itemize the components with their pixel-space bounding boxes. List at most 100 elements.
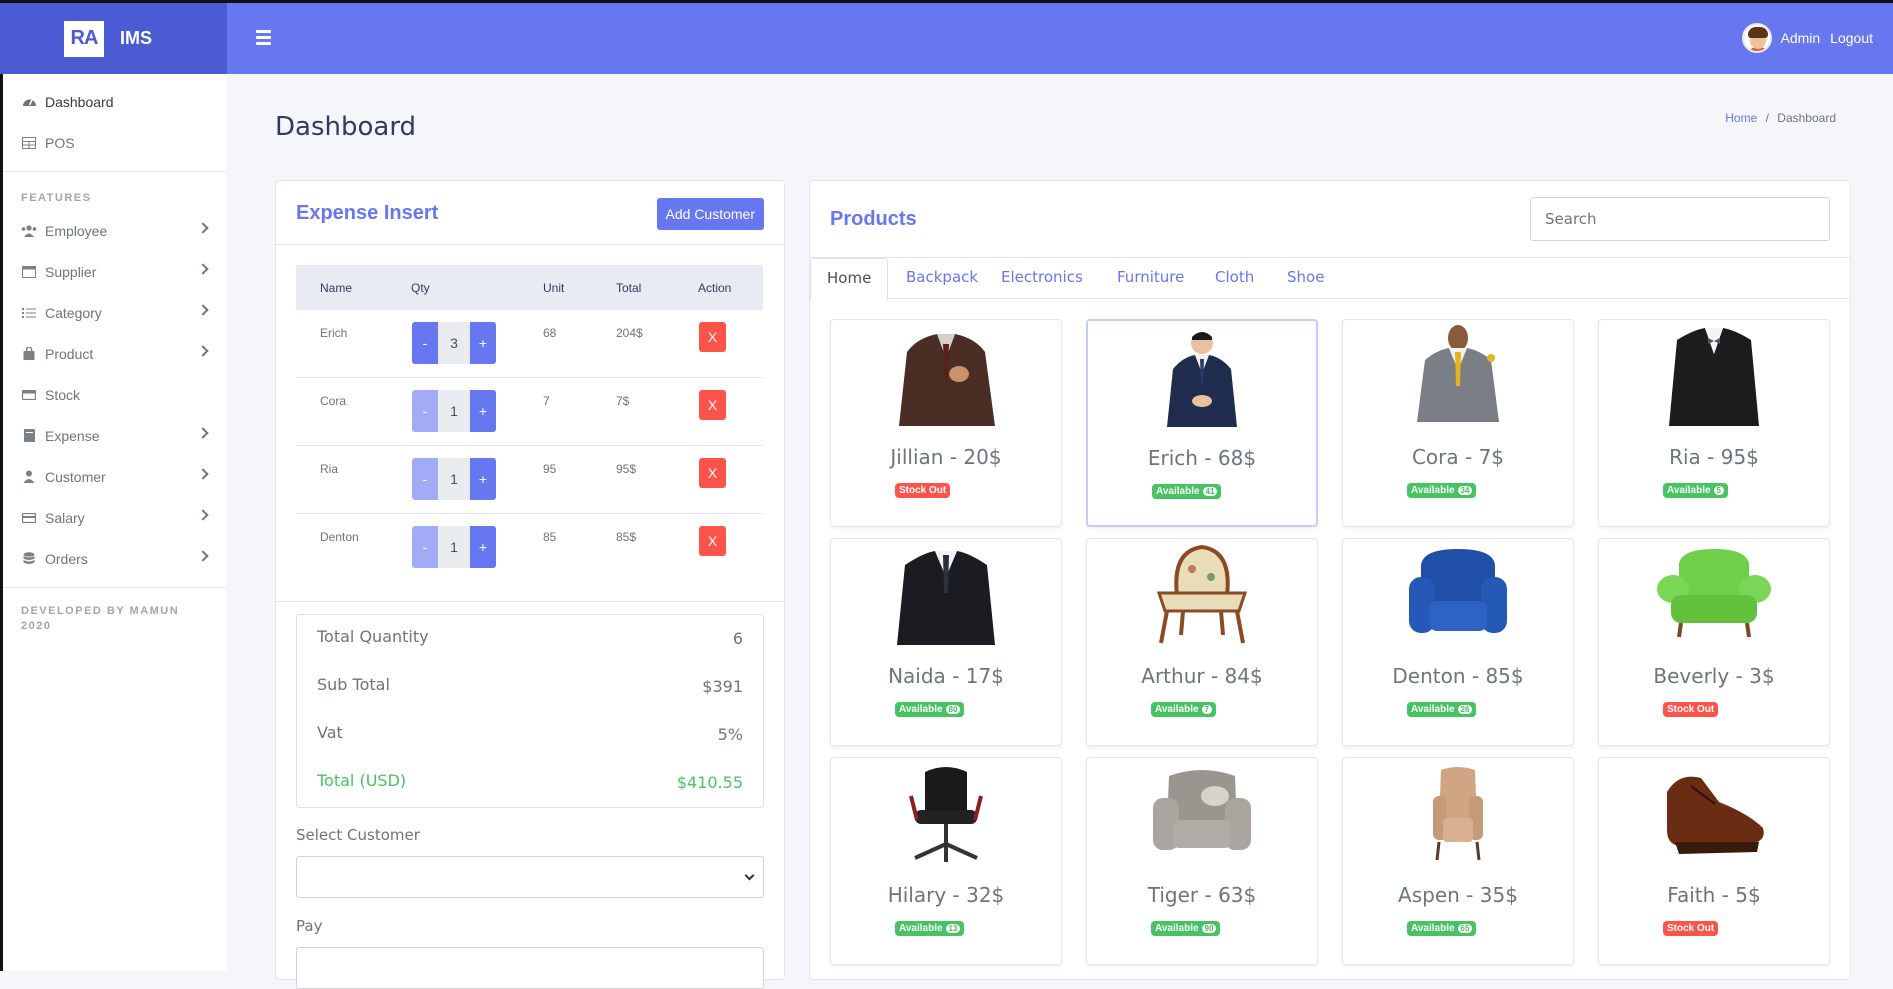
stock-count: 90 — [1201, 924, 1217, 933]
available-badge: Available 41 — [1152, 484, 1222, 499]
breadcrumb-home[interactable]: Home — [1725, 111, 1757, 125]
products-card: Products Search Home Backpack Electronic… — [809, 180, 1851, 980]
order-totals: Total Quantity 6 Sub Total $391 Vat 5% T… — [296, 614, 764, 808]
product-card[interactable]: Jillian - 20$ Stock Out — [830, 319, 1062, 527]
sidebar: Dashboard POS FEATURES Employee Supplier… — [0, 74, 227, 971]
stock-count: 13 — [945, 924, 961, 933]
remove-item-button[interactable]: X — [699, 390, 726, 420]
product-card[interactable]: Aspen - 35$ Available 65 — [1342, 757, 1574, 965]
sidebar-item-employee[interactable]: Employee — [3, 210, 227, 251]
sidebar-item-stock[interactable]: Stock — [3, 374, 227, 415]
top-navbar: RA IMS Admin Logout — [0, 0, 1893, 74]
product-card[interactable]: Cora - 7$ Available 34 — [1342, 319, 1574, 527]
total-quantity-label: Total Quantity — [317, 627, 429, 646]
product-card[interactable]: Beverly - 3$ Stock Out — [1598, 538, 1830, 746]
sidebar-item-pos[interactable]: POS — [3, 122, 227, 163]
sidebar-item-dashboard[interactable]: Dashboard — [3, 81, 227, 122]
divider — [276, 601, 784, 602]
brand-logo: RA — [64, 20, 104, 57]
cart-item-unit: 95 — [543, 462, 557, 476]
tab-electronics[interactable]: Electronics — [985, 258, 1099, 300]
product-image-beige-chair — [1433, 767, 1483, 861]
stock-count: 80 — [945, 705, 961, 714]
sidebar-item-customer[interactable]: Customer — [3, 456, 227, 497]
product-card[interactable]: Denton - 85$ Available 26 — [1342, 538, 1574, 746]
badge-label: Available — [899, 923, 943, 934]
decrement-button[interactable]: - — [412, 458, 438, 500]
sidebar-divider — [3, 171, 227, 172]
cart-item-name: Ria — [320, 462, 339, 476]
product-image-brown-shoe — [1667, 776, 1764, 854]
product-card[interactable]: Naida - 17$ Available 80 — [830, 538, 1062, 746]
sidebar-item-supplier[interactable]: Supplier — [3, 251, 227, 292]
subtotal-label: Sub Total — [317, 675, 390, 694]
sidebar-item-salary[interactable]: Salary — [3, 497, 227, 538]
sidebar-item-label: Orders — [45, 550, 88, 567]
increment-button[interactable]: + — [470, 390, 496, 432]
decrement-button[interactable]: - — [412, 322, 438, 364]
product-name: Ria - 95$ — [1669, 445, 1759, 469]
product-name: Cora - 7$ — [1411, 445, 1505, 469]
sidebar-item-expense[interactable]: Expense — [3, 415, 227, 456]
quantity-value[interactable]: 1 — [438, 390, 470, 432]
developer-credit-year: 2020 — [21, 620, 52, 632]
stock-out-badge: Stock Out — [1663, 702, 1719, 717]
stock-count: 65 — [1457, 924, 1473, 933]
badge-label: Available — [1667, 485, 1711, 496]
quantity-stepper: - 1 + — [412, 526, 496, 568]
product-card[interactable]: Erich - 68$ Available 41 — [1086, 319, 1318, 527]
box-icon — [21, 388, 37, 402]
sidebar-item-orders[interactable]: Orders — [3, 538, 227, 579]
search-input[interactable]: Search — [1530, 197, 1830, 241]
product-image-green-armchair — [1657, 549, 1771, 638]
remove-item-button[interactable]: X — [699, 526, 726, 556]
menu-toggle-icon[interactable] — [256, 30, 271, 48]
user-name[interactable]: Admin — [1780, 30, 1820, 46]
pay-input[interactable] — [296, 947, 764, 989]
decrement-button[interactable]: - — [412, 390, 438, 432]
product-card[interactable]: Tiger - 63$ Available 90 — [1086, 757, 1318, 965]
product-card[interactable]: Arthur - 84$ Available 7 — [1086, 538, 1318, 746]
cart-item-unit: 7 — [543, 394, 550, 408]
tab-home[interactable]: Home — [810, 258, 889, 301]
product-card[interactable]: Ria - 95$ Available 5 — [1598, 319, 1830, 527]
cart-table: Name Qty Unit Total Action Erich - 3 + 6… — [296, 265, 763, 582]
quantity-value[interactable]: 1 — [438, 526, 470, 568]
tab-shoe[interactable]: Shoe — [1271, 258, 1340, 300]
product-card[interactable]: Faith - 5$ Stock Out — [1598, 757, 1830, 965]
product-name: Arthur - 84$ — [1141, 664, 1263, 688]
increment-button[interactable]: + — [470, 526, 496, 568]
increment-button[interactable]: + — [470, 322, 496, 364]
sidebar-heading: FEATURES — [21, 192, 92, 204]
logout-link[interactable]: Logout — [1830, 30, 1873, 46]
increment-button[interactable]: + — [470, 458, 496, 500]
remove-item-button[interactable]: X — [699, 458, 726, 488]
product-card[interactable]: Hilary - 32$ Available 13 — [830, 757, 1062, 965]
tab-cloth[interactable]: Cloth — [1199, 258, 1270, 300]
select-customer-label: Select Customer — [296, 826, 420, 844]
quantity-value[interactable]: 1 — [438, 458, 470, 500]
tab-furniture[interactable]: Furniture — [1101, 258, 1200, 300]
product-name: Faith - 5$ — [1667, 883, 1761, 907]
sidebar-item-label: Stock — [45, 386, 81, 403]
quantity-value[interactable]: 3 — [438, 322, 470, 364]
sidebar-item-label: Customer — [45, 468, 106, 485]
sidebar-item-category[interactable]: Category — [3, 292, 227, 333]
sidebar-item-label: Product — [45, 345, 94, 362]
remove-item-button[interactable]: X — [699, 322, 726, 352]
decrement-button[interactable]: - — [412, 526, 438, 568]
table-row: Ria - 1 + 95 95$ X — [296, 446, 763, 514]
available-badge: Available 26 — [1407, 702, 1477, 717]
user-menu[interactable]: Admin Logout — [1742, 23, 1873, 53]
add-customer-button[interactable]: Add Customer — [656, 198, 764, 230]
quantity-stepper: - 3 + — [412, 322, 496, 364]
product-image-office-chair — [909, 767, 983, 862]
stock-count: 7 — [1201, 705, 1212, 714]
customer-select[interactable] — [296, 856, 764, 898]
stock-out-badge: Stock Out — [1663, 921, 1719, 936]
quantity-stepper: - 1 + — [412, 458, 496, 500]
sidebar-item-product[interactable]: Product — [3, 333, 227, 374]
available-badge: Available 90 — [1151, 921, 1221, 936]
tab-backpack[interactable]: Backpack — [890, 258, 994, 300]
brand[interactable]: RA IMS — [0, 3, 227, 74]
